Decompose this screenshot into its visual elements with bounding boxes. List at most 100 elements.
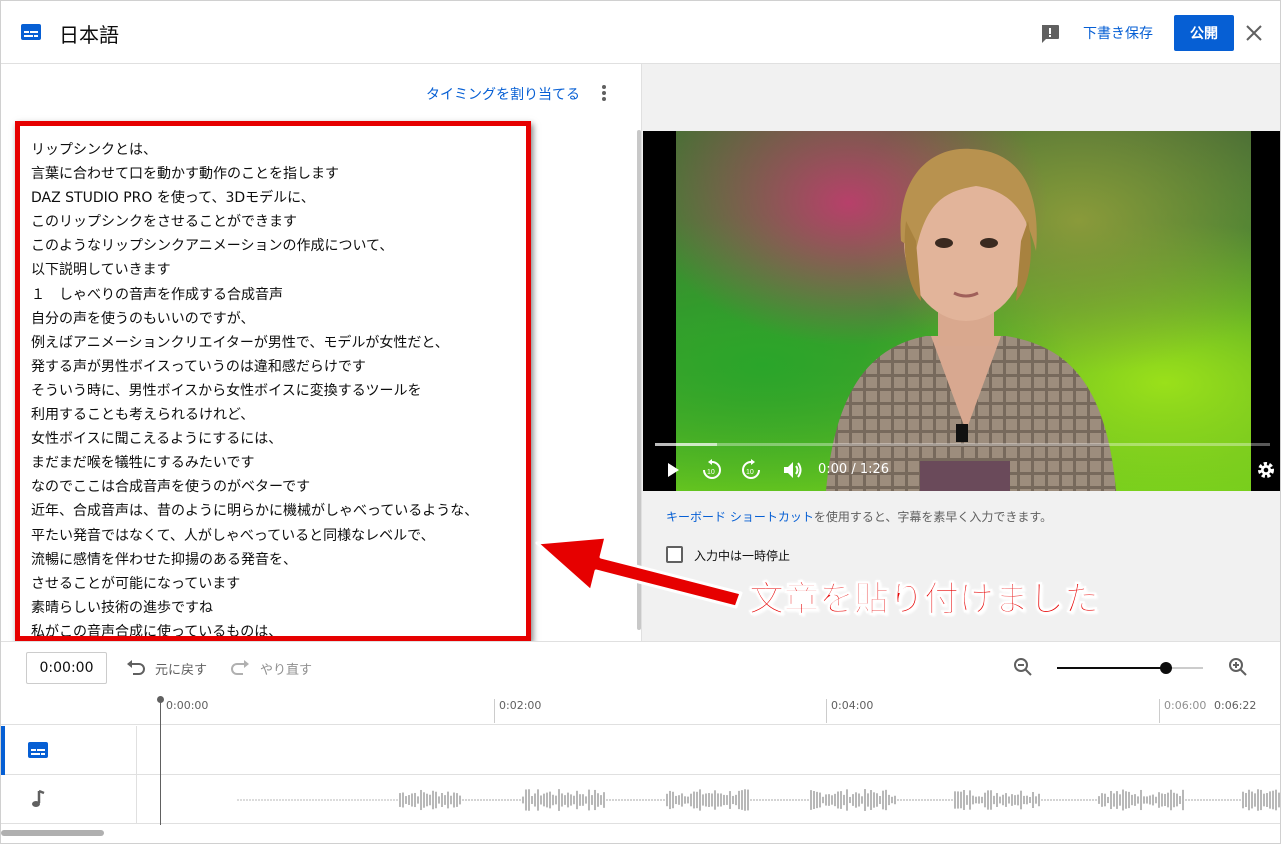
publish-button[interactable]: 公開 xyxy=(1174,15,1234,51)
waveform-bar xyxy=(774,799,776,801)
close-icon[interactable] xyxy=(1243,22,1265,44)
waveform-bar xyxy=(258,799,260,801)
redo-button[interactable]: やり直す xyxy=(260,659,312,678)
waveform-bar xyxy=(315,799,317,801)
waveform-bar xyxy=(612,799,614,801)
waveform-bar xyxy=(651,799,653,801)
waveform-bar xyxy=(1230,799,1232,801)
waveform-bar xyxy=(450,795,452,805)
waveform-bar xyxy=(1221,799,1223,801)
waveform-bar xyxy=(1212,799,1214,801)
waveform-bar xyxy=(360,799,362,801)
audio-track-header xyxy=(1,775,137,824)
music-note-icon xyxy=(32,789,45,807)
save-draft-button[interactable]: 下書き保存 xyxy=(1083,23,1153,43)
waveform-bar xyxy=(303,799,305,801)
waveform-bar xyxy=(390,799,392,801)
ruler-tick: 0:02:00 xyxy=(494,699,541,723)
waveform-bar xyxy=(939,799,941,801)
more-vert-icon[interactable] xyxy=(597,82,611,104)
timeline-ruler[interactable]: 0:00:00 0:02:00 0:04:00 0:06:00 0:06:22 xyxy=(1,693,1280,725)
waveform-bar xyxy=(822,796,824,804)
waveform-bar xyxy=(1080,799,1082,801)
waveform-bar xyxy=(1008,796,1010,804)
waveform-bar xyxy=(339,799,341,801)
waveform-bar xyxy=(1233,799,1235,801)
waveform-bar xyxy=(237,799,239,801)
waveform-bar xyxy=(345,799,347,801)
timeline-horizontal-scrollbar[interactable] xyxy=(1,830,104,836)
waveform-bar xyxy=(369,799,371,801)
zoom-slider-handle[interactable] xyxy=(1160,662,1172,674)
subtitle-line: リップシンクとは、 xyxy=(31,142,157,158)
waveform-bar xyxy=(378,799,380,801)
forward-10-icon[interactable]: 10 xyxy=(740,459,762,481)
waveform-bar xyxy=(1029,796,1031,804)
video-player[interactable]: 10 10 0:00 / 1:26 xyxy=(643,131,1280,491)
waveform-bar xyxy=(528,789,530,811)
waveform-bar xyxy=(306,799,308,801)
volume-icon[interactable] xyxy=(782,459,804,481)
waveform-bar xyxy=(900,799,902,801)
waveform-bar xyxy=(1266,793,1268,807)
subtitle-textarea[interactable]: リップシンクとは、 言葉に合わせて口を動かす動作のことを指します DAZ STUDI… xyxy=(15,121,531,641)
waveform-bar xyxy=(642,799,644,801)
assign-timing-button[interactable]: タイミングを割り当てる xyxy=(426,84,580,104)
waveform-bar xyxy=(318,799,320,801)
undo-icon[interactable] xyxy=(125,658,147,676)
undo-button[interactable]: 元に戻す xyxy=(155,659,207,678)
waveform-bar xyxy=(831,795,833,805)
waveform-bar xyxy=(963,790,965,810)
waveform-bar xyxy=(648,799,650,801)
playhead[interactable] xyxy=(160,697,161,825)
settings-icon[interactable] xyxy=(1255,459,1277,481)
play-icon[interactable] xyxy=(665,459,681,481)
waveform-bar xyxy=(537,789,539,811)
waveform-bar xyxy=(888,794,890,806)
waveform-bar xyxy=(564,795,566,805)
audio-track[interactable] xyxy=(1,775,1280,824)
waveform-bar xyxy=(1146,796,1148,804)
redo-icon[interactable] xyxy=(229,658,251,676)
waveform-bar xyxy=(246,799,248,801)
waveform-bar xyxy=(1128,791,1130,809)
waveform-bar xyxy=(504,799,506,801)
svg-text:10: 10 xyxy=(707,469,715,476)
waveform-bar xyxy=(792,799,794,801)
keyboard-shortcut-link[interactable]: キーボード ショートカット xyxy=(666,510,814,524)
waveform-bar xyxy=(1017,794,1019,806)
waveform-bar xyxy=(1239,799,1241,801)
replay-10-icon[interactable]: 10 xyxy=(701,459,723,481)
waveform-bar xyxy=(678,795,680,805)
feedback-icon[interactable] xyxy=(1039,23,1061,45)
waveform-bar xyxy=(1161,793,1163,807)
waveform-bar xyxy=(819,792,821,808)
video-progress-bar[interactable] xyxy=(655,443,1270,446)
waveform-bar xyxy=(429,794,431,806)
waveform-bar xyxy=(459,795,461,805)
waveform-bar xyxy=(465,799,467,801)
waveform-bar xyxy=(1074,799,1076,801)
subtitle-line: 例えばアニメーションクリエイターが男性で、モデルが女性だと、 xyxy=(31,334,449,351)
waveform-bar xyxy=(1215,799,1217,801)
subtitle-line: 発する声が男性ボイスっていうのは違和感だらけです xyxy=(31,358,366,375)
waveform-bar xyxy=(936,799,938,801)
waveform-bar xyxy=(903,799,905,801)
zoom-out-icon[interactable] xyxy=(1012,656,1034,678)
waveform-bar xyxy=(933,799,935,801)
waveform-bar xyxy=(621,799,623,801)
subtitle-line: このリップシンクをさせることができます xyxy=(31,214,297,231)
waveform-bar xyxy=(291,799,293,801)
zoom-in-icon[interactable] xyxy=(1227,656,1249,678)
subtitle-track[interactable] xyxy=(1,726,1280,775)
waveform-bar xyxy=(510,799,512,801)
current-time-field[interactable]: 0:00:00 xyxy=(26,652,107,684)
waveform-bar xyxy=(570,794,572,806)
waveform-bar xyxy=(1104,793,1106,807)
zoom-slider-remaining xyxy=(1169,667,1203,669)
waveform-bar xyxy=(1023,795,1025,805)
waveform-bar xyxy=(729,791,731,809)
waveform-bar xyxy=(501,799,503,801)
waveform-bar xyxy=(813,791,815,809)
waveform-bar xyxy=(915,799,917,801)
